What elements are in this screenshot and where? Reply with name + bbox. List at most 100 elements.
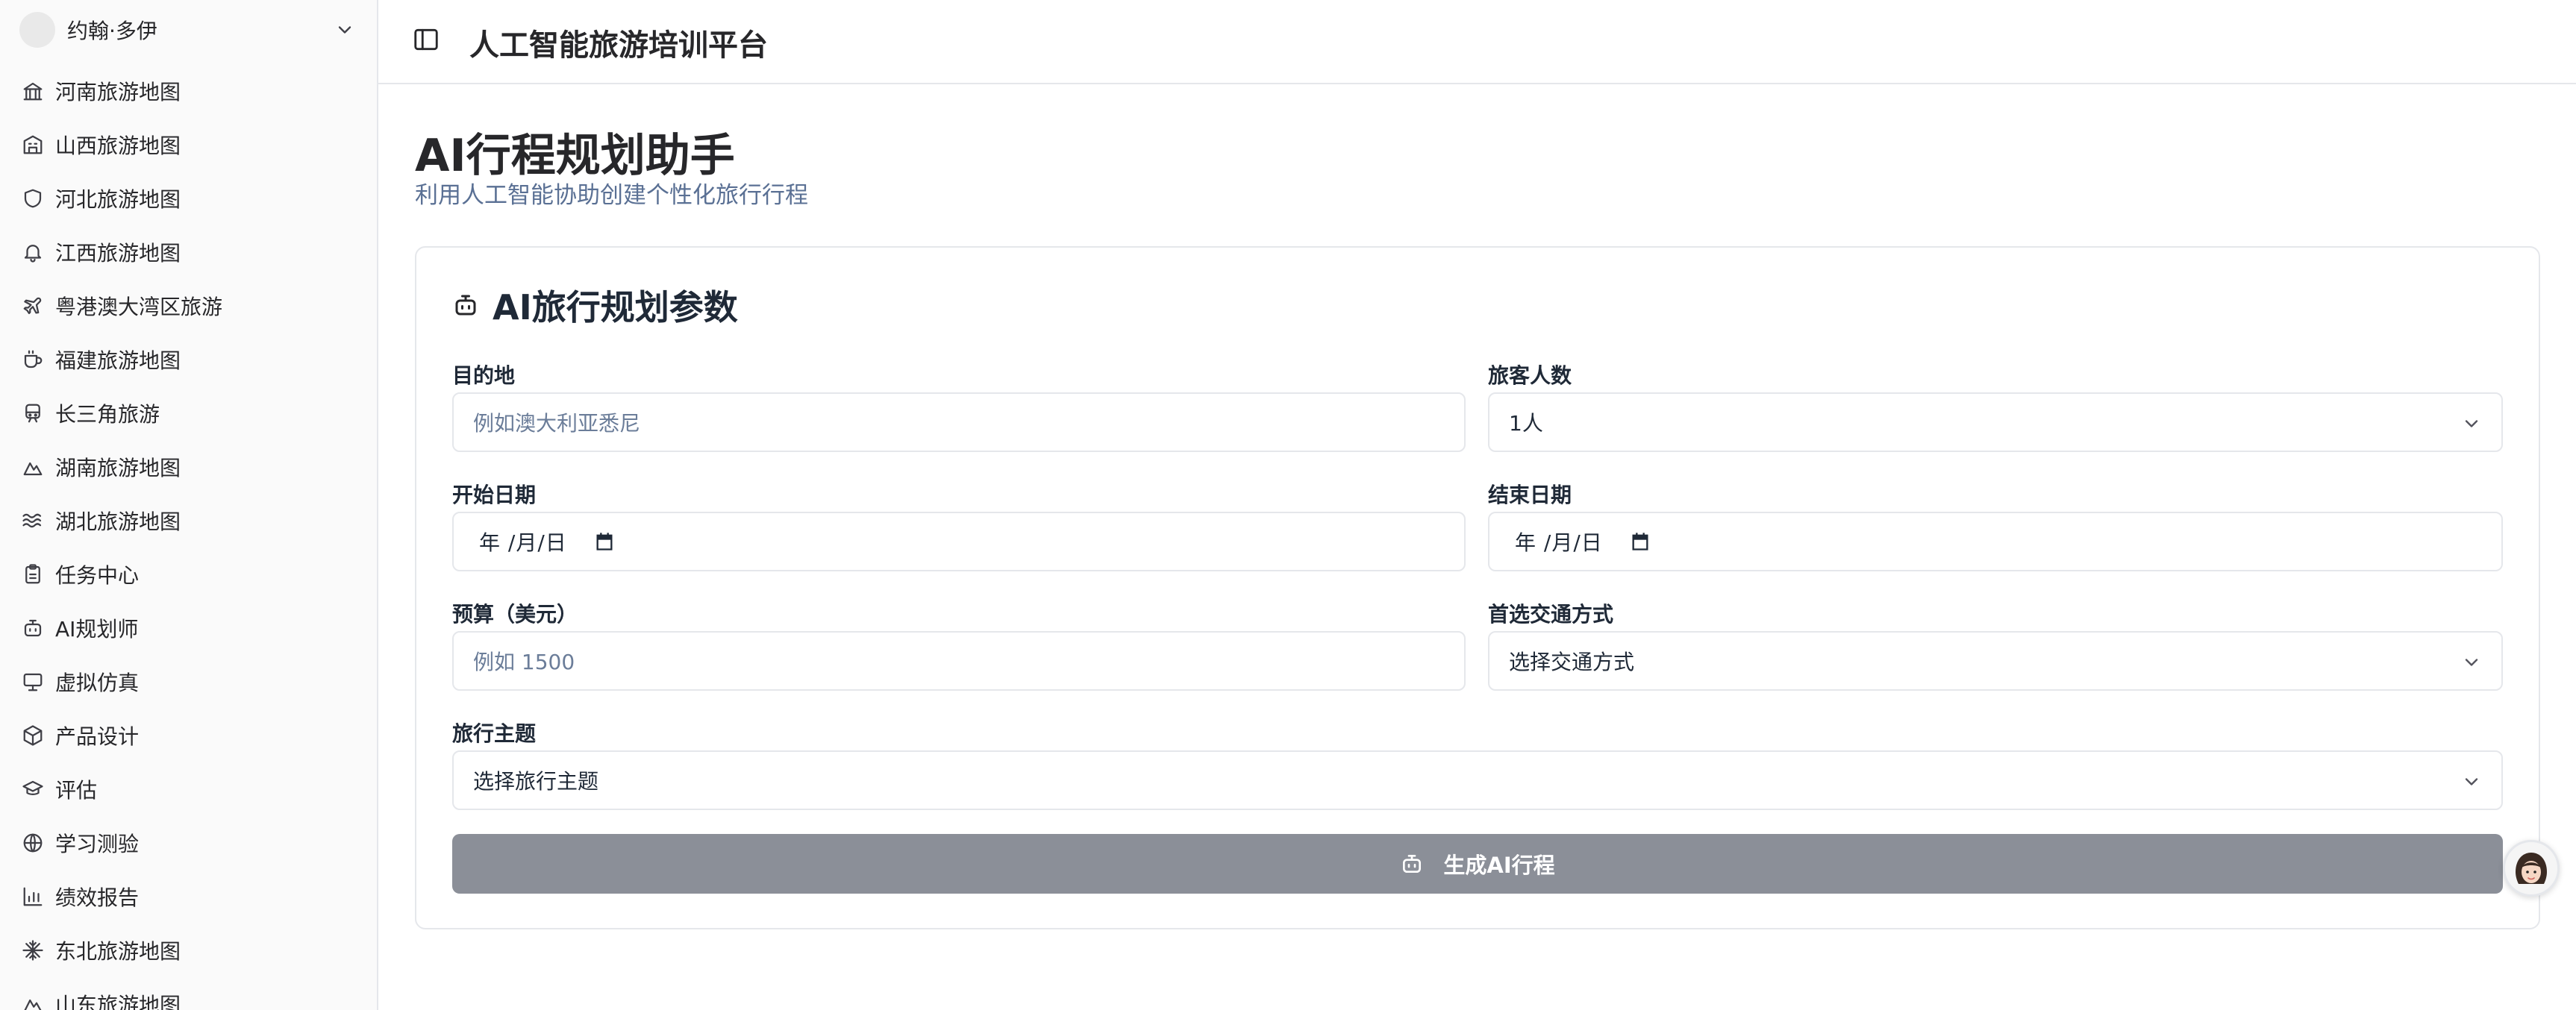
generate-itinerary-button[interactable]: 生成AI行程 xyxy=(452,834,2503,894)
transport-value: 选择交通方式 xyxy=(1509,650,1635,674)
sidebar-item-label: AI规划师 xyxy=(55,617,139,642)
sidebar-item-label: 粤港澳大湾区旅游 xyxy=(55,295,223,319)
bot-icon xyxy=(455,295,476,316)
chevron-down-icon xyxy=(2465,778,2478,785)
start-date-label: 开始日期 xyxy=(452,483,537,507)
mountain-icon xyxy=(19,454,46,480)
assistant-face-icon xyxy=(2505,842,2557,894)
end-date-label: 结束日期 xyxy=(1488,483,1572,507)
sidebar-toggle-icon[interactable] xyxy=(412,25,440,54)
page-subtitle: 利用人工智能协助创建个性化旅行行程 xyxy=(415,182,808,209)
sidebar-item-label: 学习测验 xyxy=(55,832,140,856)
sidebar-nav: 河南旅游地图 山西旅游地图 河北旅游地图 江西旅游地图 粤港澳大湾区旅游 福建旅… xyxy=(19,64,363,1010)
end-date-input[interactable]: 年 /月/日 xyxy=(1488,512,2503,571)
bell-icon xyxy=(19,239,46,266)
sidebar-item-fujian[interactable]: 福建旅游地图 xyxy=(19,333,363,386)
sidebar-item-ai-planner[interactable]: AI规划师 xyxy=(19,601,363,655)
sidebar-item-label: 山西旅游地图 xyxy=(55,134,181,158)
sidebar-item-shanxi[interactable]: 山西旅游地图 xyxy=(19,118,363,172)
chevron-down-icon xyxy=(338,26,351,34)
budget-label: 预算（美元） xyxy=(452,602,578,627)
snowflake-icon xyxy=(19,937,46,964)
waves-icon xyxy=(19,507,46,534)
card-title: AI旅行规划参数 xyxy=(452,280,738,330)
budget-placeholder: 例如 1500 xyxy=(473,650,575,674)
sidebar-item-label: 绩效报告 xyxy=(55,885,140,910)
building-icon xyxy=(19,131,46,158)
planner-form-card: AI旅行规划参数 目的地 例如澳大利亚悉尼 旅客人数 1人 开始日期 年 /月/… xyxy=(415,246,2540,929)
generate-itinerary-label: 生成AI行程 xyxy=(1443,853,1555,878)
sidebar-item-product-design[interactable]: 产品设计 xyxy=(19,709,363,762)
bar-chart-icon xyxy=(19,883,46,910)
end-date-value: 年 /月/日 xyxy=(1515,530,1603,555)
globe-icon xyxy=(19,829,46,856)
avatar xyxy=(19,12,55,48)
sidebar-item-label: 湖北旅游地图 xyxy=(55,509,181,534)
sidebar-item-assessment[interactable]: 评估 xyxy=(19,762,363,816)
sidebar-item-label: 评估 xyxy=(55,778,98,803)
sidebar-item-simulation[interactable]: 虚拟仿真 xyxy=(19,655,363,709)
sidebar-item-greater-bay[interactable]: 粤港澳大湾区旅游 xyxy=(19,279,363,333)
transport-select[interactable]: 选择交通方式 xyxy=(1488,631,2503,691)
sidebar-item-label: 湖南旅游地图 xyxy=(55,456,181,480)
mountain-icon xyxy=(19,991,46,1010)
card-title-text: AI旅行规划参数 xyxy=(493,287,738,327)
top-header: 人工智能旅游培训平台 xyxy=(378,0,2576,84)
tea-cup-icon xyxy=(19,346,46,373)
shield-icon xyxy=(19,185,46,212)
chevron-down-icon xyxy=(2465,420,2478,427)
travelers-select[interactable]: 1人 xyxy=(1488,392,2503,452)
box-icon xyxy=(19,722,46,749)
landmark-icon xyxy=(19,78,46,104)
sidebar-item-jiangxi[interactable]: 江西旅游地图 xyxy=(19,225,363,279)
plane-icon xyxy=(19,292,46,319)
calendar-icon[interactable] xyxy=(1630,531,1651,552)
sidebar-item-label: 山东旅游地图 xyxy=(55,993,181,1010)
user-menu[interactable]: 约翰·多伊 xyxy=(19,10,355,49)
sidebar-item-label: 长三角旅游 xyxy=(55,402,160,427)
sidebar-item-label: 产品设计 xyxy=(55,724,140,749)
chevron-down-icon xyxy=(2465,659,2478,666)
sidebar-item-label: 福建旅游地图 xyxy=(55,348,181,373)
destination-placeholder: 例如澳大利亚悉尼 xyxy=(473,411,641,436)
graduation-cap-icon xyxy=(19,776,46,803)
sidebar-item-hunan[interactable]: 湖南旅游地图 xyxy=(19,440,363,494)
start-date-value: 年 /月/日 xyxy=(479,530,567,555)
destination-input[interactable]: 例如澳大利亚悉尼 xyxy=(452,392,1466,452)
theme-select[interactable]: 选择旅行主题 xyxy=(452,750,2503,810)
sidebar-item-label: 东北旅游地图 xyxy=(55,939,181,964)
travelers-label: 旅客人数 xyxy=(1488,363,1572,388)
monitor-icon xyxy=(19,668,46,695)
sidebar-item-shandong[interactable]: 山东旅游地图 xyxy=(19,977,363,1010)
sidebar-item-label: 河南旅游地图 xyxy=(55,80,181,104)
sidebar-item-quiz[interactable]: 学习测验 xyxy=(19,816,363,870)
page-title: AI行程规划助手 xyxy=(415,130,735,182)
theme-value: 选择旅行主题 xyxy=(473,769,599,794)
clipboard-icon xyxy=(19,561,46,588)
transport-label: 首选交通方式 xyxy=(1488,602,1614,627)
start-date-input[interactable]: 年 /月/日 xyxy=(452,512,1466,571)
travelers-value: 1人 xyxy=(1509,411,1543,436)
sidebar-item-hebei[interactable]: 河北旅游地图 xyxy=(19,172,363,225)
calendar-icon[interactable] xyxy=(594,531,615,552)
sidebar-item-henan[interactable]: 河南旅游地图 xyxy=(19,64,363,118)
sidebar-item-northeast[interactable]: 东北旅游地图 xyxy=(19,923,363,977)
sidebar: 约翰·多伊 河南旅游地图 山西旅游地图 河北旅游地图 江西旅游地图 粤港澳大湾区… xyxy=(0,0,378,1010)
bot-icon xyxy=(19,615,46,642)
app-title: 人工智能旅游培训平台 xyxy=(469,28,768,63)
theme-label: 旅行主题 xyxy=(452,721,537,746)
sidebar-item-hubei[interactable]: 湖北旅游地图 xyxy=(19,494,363,548)
sidebar-item-label: 任务中心 xyxy=(55,563,140,588)
sidebar-item-label: 虚拟仿真 xyxy=(55,671,140,695)
sidebar-item-yangtze-delta[interactable]: 长三角旅游 xyxy=(19,386,363,440)
sidebar-item-label: 河北旅游地图 xyxy=(55,187,181,212)
bot-icon xyxy=(1403,855,1422,873)
user-name: 约翰·多伊 xyxy=(67,19,157,43)
sidebar-item-label: 江西旅游地图 xyxy=(55,241,181,266)
sidebar-item-task-center[interactable]: 任务中心 xyxy=(19,548,363,601)
destination-label: 目的地 xyxy=(452,363,516,388)
train-icon xyxy=(19,400,46,427)
assistant-avatar-button[interactable] xyxy=(2503,840,2560,897)
sidebar-item-performance[interactable]: 绩效报告 xyxy=(19,870,363,923)
budget-input[interactable]: 例如 1500 xyxy=(452,631,1466,691)
